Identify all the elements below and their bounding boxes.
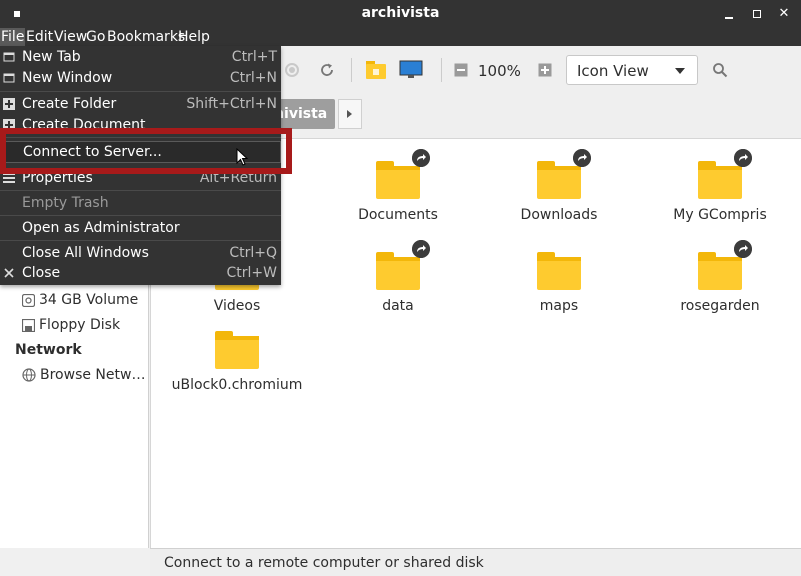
- file-name: rosegarden: [680, 298, 760, 314]
- search-icon: [713, 63, 728, 78]
- folder-documents[interactable]: Documents: [328, 149, 468, 223]
- menu-go[interactable]: Go: [86, 28, 105, 46]
- menu-item-label: New Tab: [22, 49, 81, 65]
- sidebar-heading-network: Network: [15, 342, 82, 358]
- menu-item-new-window[interactable]: New Window Ctrl+N: [0, 68, 281, 88]
- floppy-icon: [22, 318, 35, 332]
- folder-icon: [696, 149, 752, 201]
- menu-separator: [0, 215, 281, 216]
- menu-item-create-folder[interactable]: Create Folder Shift+Ctrl+N: [0, 94, 281, 114]
- folder-downloads[interactable]: Downloads: [489, 149, 629, 223]
- computer-icon: [399, 60, 423, 78]
- menu-item-label: New Window: [22, 70, 113, 86]
- menu-item-label: Close: [22, 265, 61, 281]
- folder-icon: [374, 240, 430, 292]
- stop-button[interactable]: [277, 56, 307, 84]
- file-name: uBlock0.chromium: [171, 377, 303, 393]
- menu-view[interactable]: View: [54, 28, 87, 46]
- breadcrumb-forward-button[interactable]: [338, 99, 362, 129]
- sidebar-item-34gb-volume[interactable]: 34 GB Volume: [22, 290, 138, 310]
- menu-item-label: Create Folder: [22, 96, 117, 112]
- menu-edit[interactable]: Edit: [26, 28, 53, 46]
- folder-my-gcompris[interactable]: My GCompris: [650, 149, 790, 223]
- sidebar-item-label: Browse Netw…: [40, 367, 146, 383]
- menu-item-accel: Ctrl+Q: [229, 245, 277, 261]
- folder-icon: [696, 240, 752, 292]
- symlink-badge-icon: [412, 240, 430, 258]
- menu-item-accel: Ctrl+T: [231, 49, 277, 65]
- menu-bookmarks[interactable]: Bookmarks: [107, 28, 185, 46]
- menu-item-label: Close All Windows: [22, 245, 149, 261]
- computer-button[interactable]: [396, 56, 426, 84]
- close-window-button[interactable]: ✕: [777, 7, 791, 21]
- menu-item-accel: Ctrl+W: [226, 265, 277, 281]
- file-name: Downloads: [520, 207, 598, 223]
- new-tab-icon: [3, 52, 15, 62]
- file-name: data: [382, 298, 414, 314]
- menu-item-close[interactable]: Close Ctrl+W: [0, 263, 281, 283]
- sidebar-item-browse-network[interactable]: Browse Netw…: [22, 365, 145, 385]
- mouse-cursor-icon: [236, 148, 249, 166]
- file-name: Documents: [358, 207, 438, 223]
- menu-item-close-all-windows[interactable]: Close All Windows Ctrl+Q: [0, 243, 281, 263]
- sidebar-item-label: Floppy Disk: [39, 317, 121, 333]
- file-name: Videos: [213, 298, 261, 314]
- menu-item-label: Open as Administrator: [22, 220, 180, 236]
- zoom-out-icon: [454, 63, 468, 77]
- menu-item-empty-trash: Empty Trash: [0, 193, 281, 213]
- menu-help[interactable]: Help: [178, 28, 210, 46]
- title-bar: archivista ✕: [0, 0, 801, 28]
- zoom-in-icon: [538, 63, 552, 77]
- folder-data[interactable]: data: [328, 240, 468, 314]
- menu-separator: [0, 240, 281, 241]
- network-icon: [22, 368, 36, 382]
- menu-separator: [0, 91, 281, 92]
- menu-file[interactable]: File: [0, 28, 26, 46]
- window-title: archivista: [361, 5, 440, 21]
- symlink-badge-icon: [734, 149, 752, 167]
- maximize-button[interactable]: [750, 7, 764, 21]
- new-window-icon: [3, 73, 15, 83]
- minimize-button[interactable]: [722, 7, 736, 21]
- sidebar-item-floppy[interactable]: Floppy Disk: [22, 315, 120, 335]
- view-mode-value: Icon View: [577, 62, 649, 80]
- home-button[interactable]: [361, 56, 391, 84]
- reload-button[interactable]: [312, 56, 342, 84]
- view-mode-select[interactable]: Icon View: [566, 55, 698, 85]
- stop-icon: [285, 63, 299, 77]
- search-button[interactable]: [705, 56, 735, 84]
- folder-icon: [374, 149, 430, 201]
- symlink-badge-icon: [734, 240, 752, 258]
- menu-item-new-tab[interactable]: New Tab Ctrl+T: [0, 47, 281, 67]
- close-icon: [4, 268, 14, 278]
- file-name: My GCompris: [673, 207, 767, 223]
- menu-item-accel: Shift+Ctrl+N: [186, 96, 277, 112]
- sidebar-item-label: 34 GB Volume: [39, 292, 139, 308]
- menu-item-open-as-administrator[interactable]: Open as Administrator: [0, 218, 281, 238]
- status-text: Connect to a remote computer or shared d…: [164, 555, 484, 571]
- zoom-in-button[interactable]: [530, 56, 560, 84]
- symlink-badge-icon: [573, 149, 591, 167]
- file-name: maps: [539, 298, 579, 314]
- zoom-out-button[interactable]: [446, 56, 476, 84]
- folder-icon: [535, 252, 583, 292]
- symlink-badge-icon: [412, 149, 430, 167]
- home-folder-icon: [366, 61, 386, 79]
- reload-icon: [321, 63, 333, 76]
- folder-icon: [535, 149, 591, 201]
- drive-icon: [22, 293, 35, 307]
- folder-rosegarden[interactable]: rosegarden: [650, 240, 790, 314]
- folder-ublock0-chromium[interactable]: uBlock0.chromium: [167, 331, 307, 393]
- folder-icon: [213, 331, 261, 371]
- status-bar: Connect to a remote computer or shared d…: [150, 548, 801, 576]
- menu-separator: [0, 190, 281, 191]
- menu-item-accel: Ctrl+N: [229, 70, 277, 86]
- menu-item-label: Empty Trash: [22, 195, 109, 211]
- chevron-down-icon: [675, 68, 685, 74]
- create-folder-icon: [3, 98, 15, 110]
- folder-maps[interactable]: maps: [489, 252, 629, 314]
- menu-bar: File Edit View Go Bookmarks Help: [0, 28, 801, 46]
- zoom-level: 100%: [478, 62, 521, 80]
